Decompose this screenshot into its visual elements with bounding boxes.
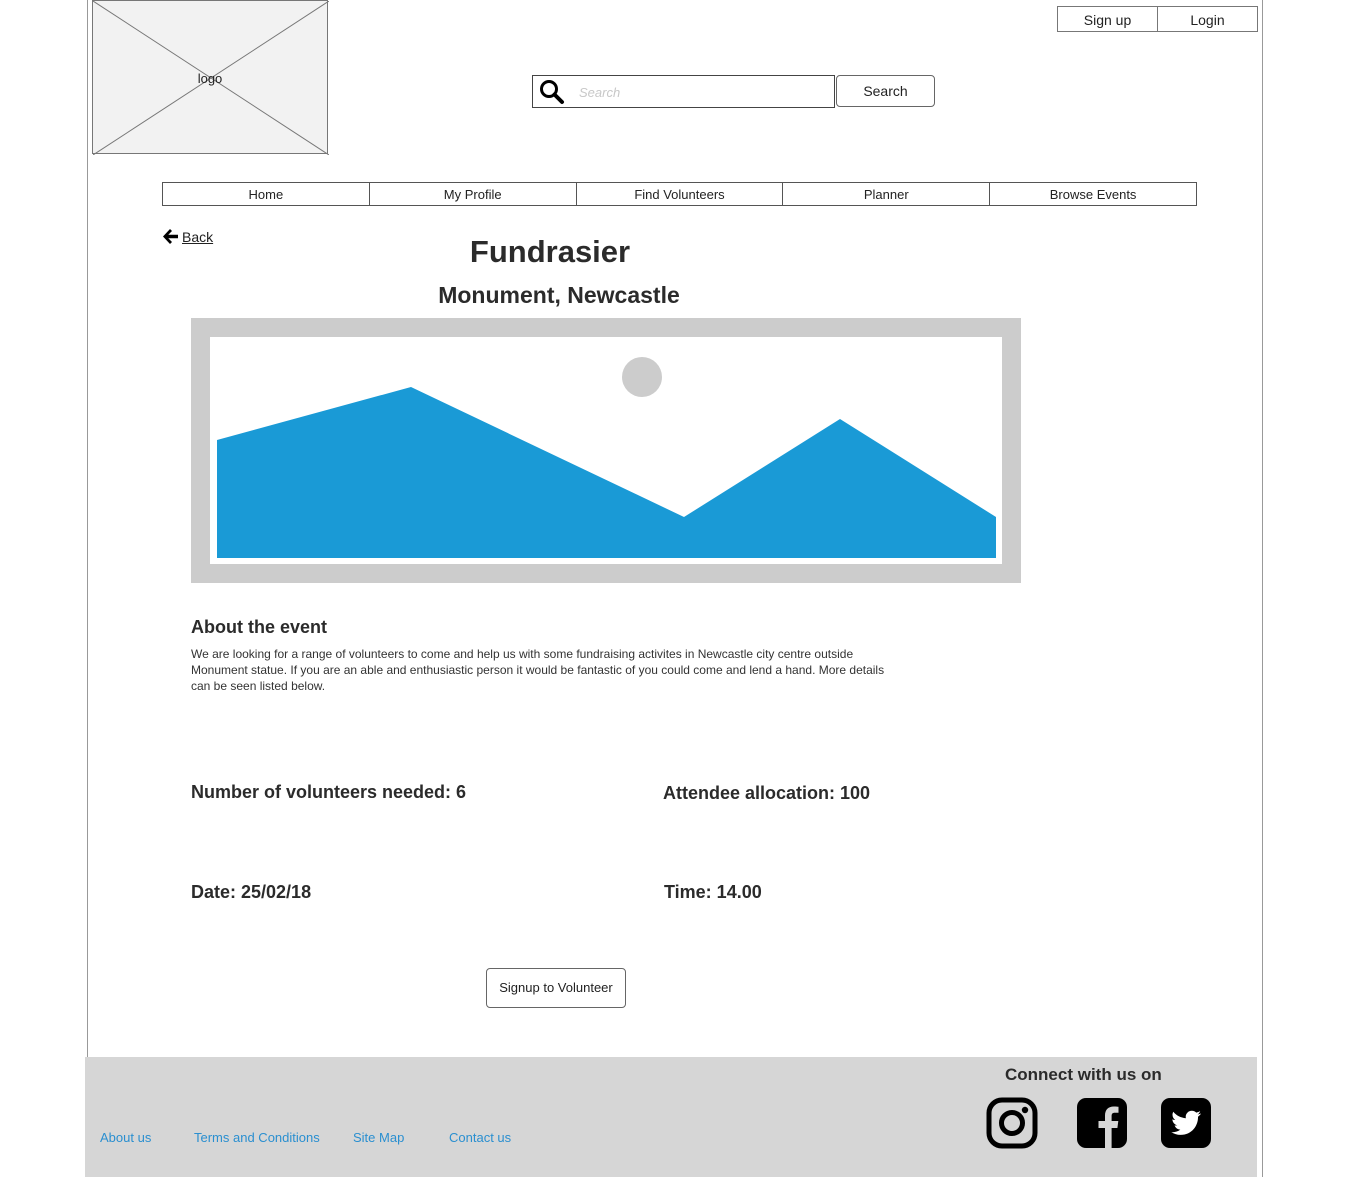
main-nav: Home My Profile Find Volunteers Planner … [162,182,1197,206]
facebook-icon[interactable] [1076,1097,1128,1149]
back-link[interactable]: Back [162,228,213,245]
search-icon [540,80,564,104]
landscape-image-icon [210,337,1002,564]
footer-link-about[interactable]: About us [100,1130,151,1145]
logo-label: logo [197,71,223,86]
search-button[interactable]: Search [836,75,935,107]
arrow-left-icon [163,229,178,244]
connect-heading: Connect with us on [1005,1065,1162,1084]
about-text: We are looking for a range of volunteers… [191,647,885,693]
page-frame-left-border [87,0,88,1057]
footer: About us Terms and Conditions Site Map C… [85,1057,1257,1177]
attendee-allocation: Attendee allocation: 100 [663,783,871,803]
event-date: Date: 25/02/18 [191,882,312,902]
nav-item-home[interactable]: Home [163,183,369,205]
search-input[interactable] [579,81,819,103]
event-title: Fundrasier [469,234,631,269]
instagram-icon[interactable] [986,1097,1038,1149]
nav-item-planner[interactable]: Planner [782,183,989,205]
event-image-placeholder [191,318,1021,583]
logo-placeholder[interactable]: logo [92,0,329,155]
login-button[interactable]: Login [1157,7,1257,31]
nav-item-browse-events[interactable]: Browse Events [989,183,1196,205]
page-frame-right-border [1262,0,1263,1177]
event-time: Time: 14.00 [664,882,762,902]
search-box [532,75,835,108]
volunteers-needed: Number of volunteers needed: 6 [191,782,467,802]
nav-item-my-profile[interactable]: My Profile [368,183,576,205]
twitter-icon[interactable] [1160,1097,1212,1149]
footer-link-sitemap[interactable]: Site Map [353,1130,404,1145]
footer-link-contact[interactable]: Contact us [449,1130,511,1145]
nav-item-find-volunteers[interactable]: Find Volunteers [575,183,783,205]
footer-link-terms[interactable]: Terms and Conditions [194,1130,320,1145]
event-location: Monument, Newcastle [438,282,680,308]
signup-volunteer-button[interactable]: Signup to Volunteer [486,968,626,1008]
signup-button[interactable]: Sign up [1058,7,1157,31]
auth-buttons: Sign up Login [1057,6,1258,32]
about-heading: About the event [191,617,328,637]
back-label: Back [182,228,214,245]
